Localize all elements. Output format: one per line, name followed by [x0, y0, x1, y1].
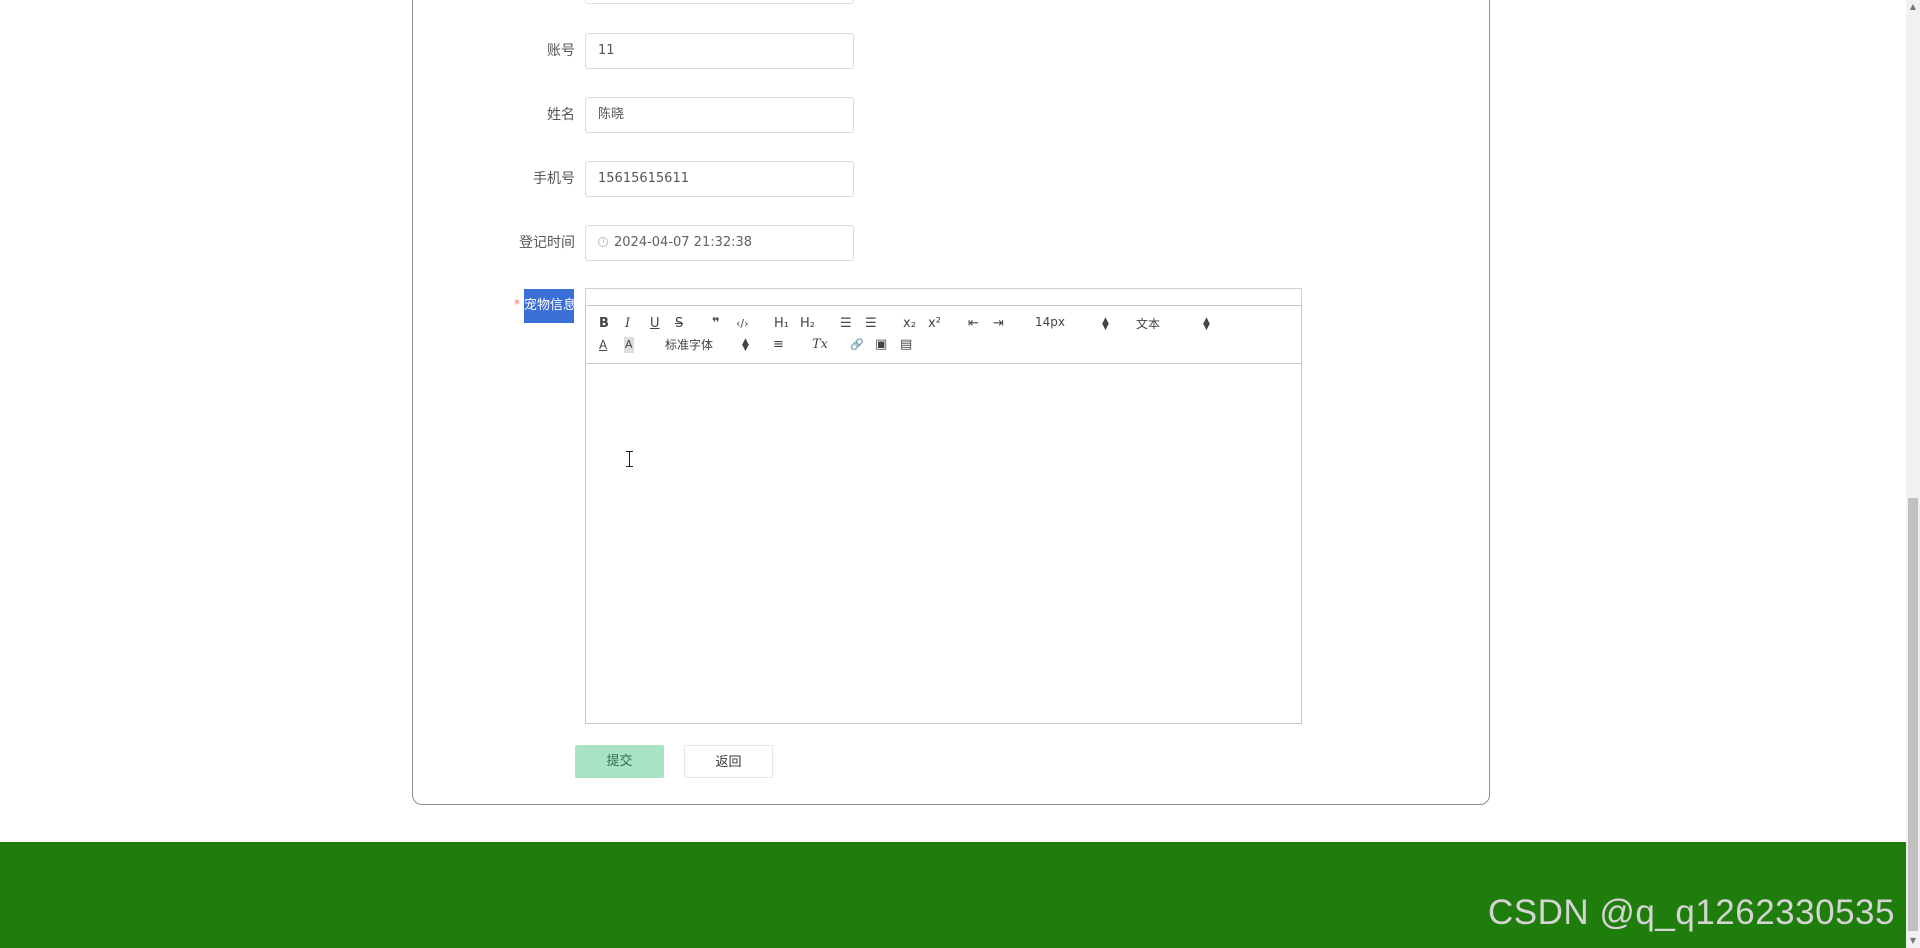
- header-value: 文本: [1136, 317, 1161, 331]
- indent-icon[interactable]: ⇥: [993, 316, 1004, 332]
- header-select[interactable]: 文本 ▲ ▼: [1136, 315, 1216, 332]
- account-input[interactable]: 11: [585, 33, 854, 69]
- bold-icon[interactable]: B: [599, 316, 609, 332]
- select-arrows-icon: ▲ ▼: [1102, 316, 1109, 332]
- phone-input[interactable]: 15615615611: [585, 161, 854, 197]
- bullet-list-icon[interactable]: ☰: [865, 316, 877, 332]
- select-arrows-icon: ▲ ▼: [1203, 316, 1210, 332]
- back-button[interactable]: 返回: [684, 745, 773, 778]
- underline-icon[interactable]: U: [650, 316, 660, 332]
- strikethrough-icon[interactable]: S: [675, 316, 683, 332]
- editor-top-strip: [585, 288, 1302, 305]
- name-input[interactable]: 陈晓: [585, 97, 854, 133]
- vertical-scrollbar[interactable]: ▲ ▼: [1906, 0, 1920, 948]
- video-icon[interactable]: ▤: [900, 337, 912, 353]
- align-icon[interactable]: ≡: [773, 337, 784, 353]
- rich-text-editor: B I U S ❞ ‹/› H₁ H₂ ☰ ☰ x₂ x² ⇤ ⇥ 14px ▲…: [585, 305, 1302, 724]
- scroll-thumb[interactable]: [1908, 498, 1918, 931]
- clock-icon: [598, 237, 608, 247]
- outdent-icon[interactable]: ⇤: [968, 316, 979, 332]
- text-cursor-icon: [626, 451, 633, 467]
- superscript-icon[interactable]: x²: [928, 316, 941, 332]
- account-label: 账号: [547, 43, 575, 59]
- ordered-list-icon[interactable]: ☰: [840, 316, 852, 332]
- blockquote-icon[interactable]: ❞: [712, 316, 720, 332]
- register-time-label: 登记时间: [519, 235, 575, 251]
- font-family-value: 标准字体: [665, 338, 714, 352]
- background-color-icon[interactable]: A: [624, 337, 634, 353]
- register-time-input[interactable]: 2024-04-07 21:32:38: [585, 225, 854, 261]
- link-icon[interactable]: 🔗: [850, 337, 864, 353]
- scroll-down-arrow-icon[interactable]: ▼: [1906, 934, 1920, 948]
- font-size-select[interactable]: 14px ▲ ▼: [1035, 315, 1115, 332]
- font-color-icon[interactable]: A: [599, 337, 607, 353]
- scroll-up-arrow-icon[interactable]: ▲: [1906, 0, 1920, 14]
- phone-label: 手机号: [533, 171, 575, 187]
- image-icon[interactable]: ▣: [875, 337, 887, 353]
- pet-info-label: 宠物信息: [524, 289, 576, 323]
- font-size-value: 14px: [1035, 315, 1065, 329]
- italic-icon[interactable]: I: [625, 316, 630, 332]
- header-1-icon[interactable]: H₁: [774, 316, 789, 332]
- clear-format-icon[interactable]: Tx: [812, 337, 828, 353]
- select-arrows-icon: ▲ ▼: [742, 337, 749, 353]
- editor-toolbar: B I U S ❞ ‹/› H₁ H₂ ☰ ☰ x₂ x² ⇤ ⇥ 14px ▲…: [586, 306, 1301, 364]
- font-family-select[interactable]: 标准字体 ▲ ▼: [665, 336, 755, 353]
- csdn-watermark: CSDN @q_q1262330535: [1488, 893, 1895, 932]
- subscript-icon[interactable]: x₂: [903, 316, 916, 332]
- code-block-icon[interactable]: ‹/›: [736, 316, 749, 332]
- name-label: 姓名: [547, 107, 575, 123]
- submit-button[interactable]: 提交: [575, 745, 664, 778]
- register-time-value: 2024-04-07 21:32:38: [614, 235, 753, 250]
- required-marker: *: [514, 297, 520, 311]
- editor-content-area[interactable]: [586, 364, 1301, 723]
- header-2-icon[interactable]: H₂: [800, 316, 815, 332]
- partial-input-field[interactable]: [585, 0, 854, 4]
